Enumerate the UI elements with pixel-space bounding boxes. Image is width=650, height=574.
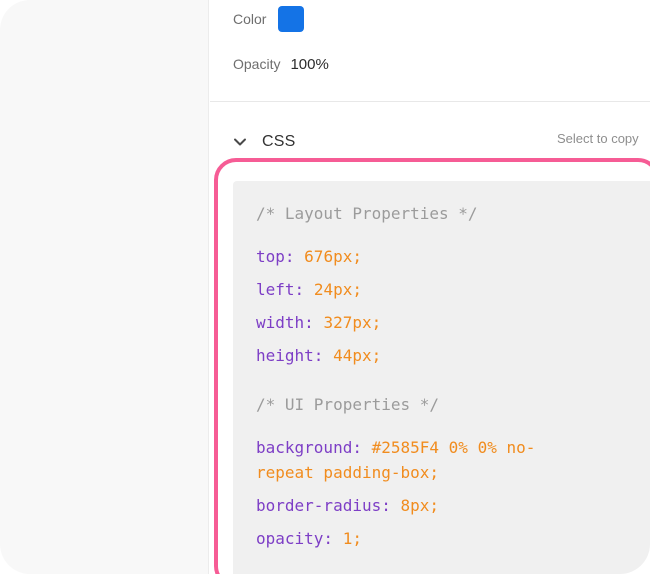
css-property-value: 8px; — [400, 496, 440, 515]
color-label: Color — [233, 11, 267, 27]
inspect-panel: Color Opacity 100% CSS Select to copy /*… — [210, 0, 650, 574]
css-section-toggle[interactable]: CSS — [232, 128, 296, 156]
canvas-area[interactable] — [0, 0, 209, 574]
css-code-block[interactable]: /* Layout Properties */ top: 676px; left… — [233, 181, 650, 574]
opacity-label: Opacity — [233, 56, 281, 72]
color-swatch[interactable] — [278, 6, 305, 32]
chevron-down-icon — [234, 138, 246, 146]
color-property-row: Color — [233, 6, 305, 32]
opacity-value: 100% — [290, 55, 329, 73]
css-property-value: 24px; — [313, 280, 362, 299]
css-property-name: opacity: — [256, 529, 334, 548]
section-divider — [210, 101, 650, 102]
code-comment-ui: /* UI Properties */ — [256, 395, 440, 414]
code-line-opacity: opacity: 1; — [256, 528, 362, 550]
code-line-height: height: 44px; — [256, 345, 381, 367]
opacity-property-row: Opacity 100% — [233, 52, 329, 76]
code-line-left: left: 24px; — [256, 279, 362, 301]
css-property-name: left: — [256, 280, 305, 299]
css-property-name: top: — [256, 247, 295, 266]
select-to-copy-hint: Select to copy — [557, 131, 639, 146]
css-section-title: CSS — [262, 133, 296, 150]
css-property-name: background: — [256, 438, 362, 457]
code-line-background-cont: repeat padding-box; — [256, 463, 440, 482]
code-line-border-radius: border-radius: 8px; — [256, 495, 439, 517]
code-line-background: background: #2585F4 0% 0% no- — [256, 437, 535, 459]
css-property-name: height: — [256, 346, 324, 365]
css-property-value: 327px; — [323, 313, 382, 332]
css-property-value: 44px; — [333, 346, 382, 365]
code-comment-layout: /* Layout Properties */ — [256, 204, 478, 223]
window-frame: Color Opacity 100% CSS Select to copy /*… — [0, 0, 650, 574]
css-property-value: 1; — [342, 529, 362, 548]
css-property-value: #2585F4 0% 0% no- — [371, 438, 536, 457]
code-line-width: width: 327px; — [256, 312, 381, 334]
css-property-value: 676px; — [304, 247, 362, 266]
code-line-top: top: 676px; — [256, 246, 362, 268]
css-property-name: width: — [256, 313, 314, 332]
css-property-name: border-radius: — [256, 496, 391, 515]
